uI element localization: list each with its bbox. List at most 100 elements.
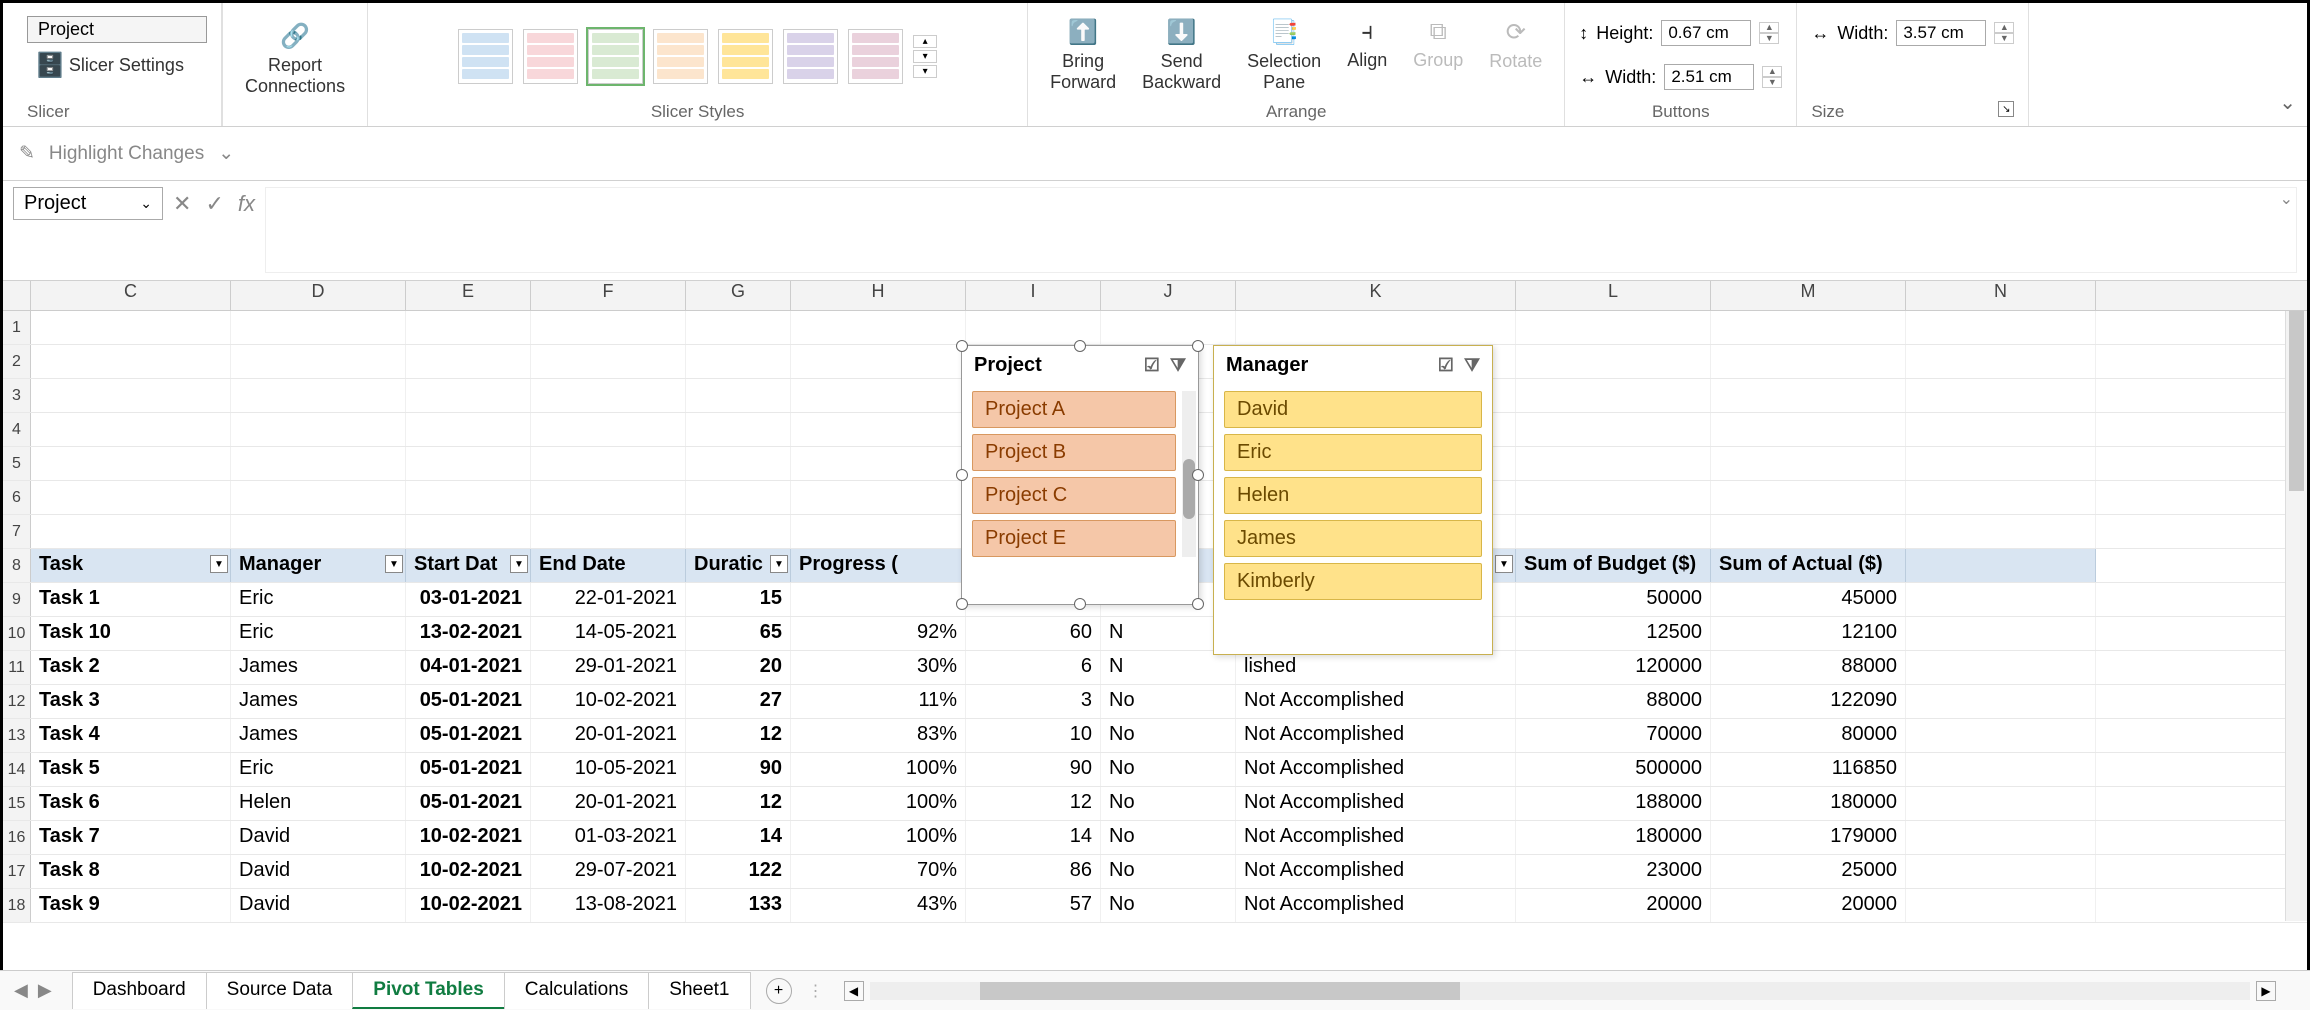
cell[interactable]: [791, 311, 966, 344]
tab-prev-button[interactable]: ◀: [14, 980, 28, 1001]
cell[interactable]: [1711, 413, 1906, 446]
formula-input[interactable]: [265, 187, 2297, 273]
row-header[interactable]: 16: [3, 821, 31, 854]
row-header[interactable]: 10: [3, 617, 31, 650]
cell[interactable]: [686, 379, 791, 412]
column-header[interactable]: G: [686, 281, 791, 310]
row-header[interactable]: 2: [3, 345, 31, 378]
filter-button[interactable]: ▼: [1495, 555, 1513, 573]
style-thumb[interactable]: [653, 29, 708, 84]
slicer-item[interactable]: Helen: [1224, 477, 1482, 514]
cell[interactable]: 70%: [791, 855, 966, 888]
column-header[interactable]: M: [1711, 281, 1906, 310]
cell[interactable]: [31, 481, 231, 514]
cell[interactable]: [1711, 515, 1906, 548]
cell[interactable]: 70000: [1516, 719, 1711, 752]
cell[interactable]: 12500: [1516, 617, 1711, 650]
cell[interactable]: [1516, 379, 1711, 412]
cell[interactable]: Task 3: [31, 685, 231, 718]
cell[interactable]: 12: [966, 787, 1101, 820]
sheet-tab[interactable]: Calculations: [504, 972, 650, 1009]
cell[interactable]: 13-08-2021: [531, 889, 686, 922]
slicer-project[interactable]: Project ☑⧩ Project AProject BProject CPr…: [961, 345, 1199, 605]
style-thumb[interactable]: [588, 29, 643, 84]
row-header[interactable]: 6: [3, 481, 31, 514]
cell[interactable]: 90: [686, 753, 791, 786]
filter-button[interactable]: ▼: [510, 555, 528, 573]
cell[interactable]: 05-01-2021: [406, 787, 531, 820]
cell[interactable]: 500000: [1516, 753, 1711, 786]
cell[interactable]: Task 8: [31, 855, 231, 888]
name-box[interactable]: Project⌄: [13, 187, 163, 220]
cell[interactable]: James: [231, 651, 406, 684]
cell[interactable]: [1711, 481, 1906, 514]
style-thumb[interactable]: [783, 29, 838, 84]
cell[interactable]: 100%: [791, 753, 966, 786]
slicer-item[interactable]: Project E: [972, 520, 1176, 557]
cell[interactable]: 03-01-2021: [406, 583, 531, 616]
cell[interactable]: Task 4: [31, 719, 231, 752]
cell[interactable]: [1906, 855, 2096, 888]
horizontal-scrollbar[interactable]: ◀▶: [844, 981, 2276, 1001]
cell[interactable]: 22-01-2021: [531, 583, 686, 616]
cell[interactable]: 14: [686, 821, 791, 854]
cell[interactable]: 11%: [791, 685, 966, 718]
cell[interactable]: [1906, 753, 2096, 786]
cell[interactable]: 65: [686, 617, 791, 650]
cell[interactable]: [1906, 821, 2096, 854]
cell[interactable]: 83%: [791, 719, 966, 752]
cell[interactable]: [406, 379, 531, 412]
cell[interactable]: [1906, 787, 2096, 820]
cell[interactable]: 20: [686, 651, 791, 684]
cell[interactable]: [531, 379, 686, 412]
cell[interactable]: [31, 311, 231, 344]
sheet-tab[interactable]: Source Data: [206, 972, 354, 1009]
cell[interactable]: 133: [686, 889, 791, 922]
cell[interactable]: Eric: [231, 617, 406, 650]
row-header[interactable]: 18: [3, 889, 31, 922]
cell[interactable]: 10-02-2021: [406, 889, 531, 922]
cell[interactable]: [686, 413, 791, 446]
slicer-styles-gallery[interactable]: ▴▾▾: [458, 16, 937, 96]
column-header[interactable]: F: [531, 281, 686, 310]
cell[interactable]: [1711, 345, 1906, 378]
cell[interactable]: [1906, 583, 2096, 616]
row-header[interactable]: 7: [3, 515, 31, 548]
column-header[interactable]: K: [1236, 281, 1516, 310]
filter-button[interactable]: ▼: [385, 555, 403, 573]
row-header[interactable]: 4: [3, 413, 31, 446]
cell[interactable]: [1711, 447, 1906, 480]
cell[interactable]: [1906, 719, 2096, 752]
size-width-input[interactable]: [1896, 20, 1986, 46]
row-header[interactable]: 9: [3, 583, 31, 616]
cell[interactable]: [686, 447, 791, 480]
cell[interactable]: [1711, 379, 1906, 412]
filter-button[interactable]: ▼: [210, 555, 228, 573]
cell[interactable]: lished: [1236, 651, 1516, 684]
cell[interactable]: James: [231, 685, 406, 718]
cell[interactable]: [406, 413, 531, 446]
cell[interactable]: 29-01-2021: [531, 651, 686, 684]
bring-forward-button[interactable]: ⬆️Bring Forward: [1042, 16, 1124, 95]
cell[interactable]: [1516, 481, 1711, 514]
cell[interactable]: David: [231, 821, 406, 854]
cell[interactable]: Task 7: [31, 821, 231, 854]
column-header[interactable]: J: [1101, 281, 1236, 310]
cell[interactable]: [31, 413, 231, 446]
button-height-input[interactable]: [1661, 20, 1751, 46]
cell[interactable]: Eric: [231, 583, 406, 616]
clear-filter-icon[interactable]: ⧩: [1170, 355, 1186, 376]
column-header[interactable]: E: [406, 281, 531, 310]
cell[interactable]: [791, 515, 966, 548]
slicer-item[interactable]: Project A: [972, 391, 1176, 428]
cell[interactable]: 27: [686, 685, 791, 718]
cell[interactable]: 88000: [1516, 685, 1711, 718]
row-header[interactable]: 14: [3, 753, 31, 786]
cell[interactable]: Not Accomplished: [1236, 719, 1516, 752]
cell[interactable]: [531, 311, 686, 344]
cell[interactable]: [1906, 685, 2096, 718]
cell[interactable]: [1711, 311, 1906, 344]
cell[interactable]: 12100: [1711, 617, 1906, 650]
cell[interactable]: 10-02-2021: [531, 685, 686, 718]
cell[interactable]: [966, 311, 1101, 344]
